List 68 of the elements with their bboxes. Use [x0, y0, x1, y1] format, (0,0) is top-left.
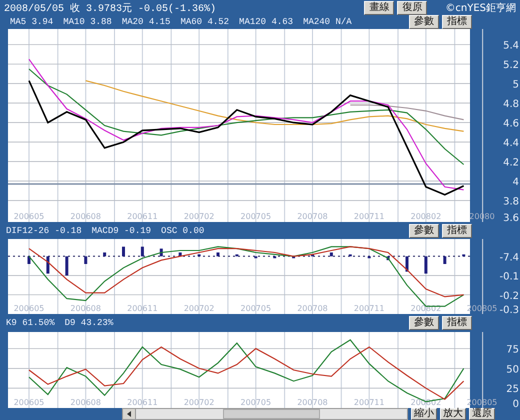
axis-label: 200705 [240, 212, 272, 221]
axis-label: -7.4 [499, 252, 519, 264]
indicator-value: MA20 4.15 [122, 17, 170, 27]
axis-label: 4.6 [503, 118, 519, 130]
axis-label: 0 [512, 399, 519, 408]
axis-label: 200605 [14, 212, 44, 221]
panel-button[interactable]: 指標 [442, 15, 472, 29]
axis-label: 200608 [70, 398, 101, 407]
axis-label: 200611 [127, 398, 158, 407]
axis-label: 200605 [14, 398, 44, 407]
axis-label: 50 [506, 364, 519, 376]
axis-label: 200708 [297, 212, 328, 221]
scrollbar[interactable] [122, 408, 408, 420]
axis-label: 200605 [14, 304, 44, 313]
zoom-button[interactable]: 放大 [440, 408, 466, 420]
indicator-value: K9 61.50% [6, 318, 55, 328]
axis-label: 4.8 [503, 99, 519, 110]
axis-label: 200608 [70, 304, 101, 313]
axis-label: 75 [506, 344, 519, 356]
copyright-text: ©cnYES鉅亨網 [445, 2, 516, 14]
indicator-value: MA240 N/A [303, 17, 352, 27]
indicator-value: MA120 4.63 [239, 17, 294, 27]
quote-title: 2008/05/05 收 3.9783元 -0.05(-1.36%) [4, 2, 216, 14]
scroll-thumb[interactable] [223, 409, 320, 419]
axis-label: 200802 [410, 304, 442, 313]
axis-label: 5 [512, 80, 519, 91]
panel-button[interactable]: 指標 [442, 224, 472, 238]
axis-label: 200708 [297, 304, 328, 313]
indicator-value: MA10 3.88 [63, 17, 112, 27]
panel-button[interactable]: 參數 [409, 15, 439, 29]
axis-label: 5.4 [503, 40, 519, 52]
axis-label: 3.8 [503, 196, 519, 208]
zoom-button[interactable]: 縮小 [411, 408, 437, 420]
axis-label: 3.6 [503, 213, 519, 222]
indicator-value: OSC 0.00 [161, 226, 204, 236]
axis-label: -0.1 [499, 272, 519, 283]
zoom-button[interactable]: 還原 [469, 408, 495, 420]
toolbar-button[interactable]: 畫線 [364, 0, 394, 14]
axis-label: 200611 [127, 304, 158, 313]
panel-button[interactable]: 參數 [409, 224, 439, 238]
axis-label: 200711 [354, 212, 384, 221]
axis-label: 200608 [70, 212, 101, 221]
axis-label: 200711 [354, 398, 384, 407]
indicator-value: MA5 3.94 [10, 17, 54, 27]
toolbar-button[interactable]: 復原 [397, 0, 428, 14]
indicator-value: DIF12-26 -0.18 [6, 226, 82, 236]
panel-button[interactable]: 指標 [442, 316, 472, 330]
axis-label: 200702 [184, 398, 214, 407]
axis-label: 5.2 [503, 60, 519, 72]
axis-label: 4 [512, 177, 519, 188]
axis-label: 200802 [410, 212, 442, 221]
axis-label: 4.4 [503, 138, 519, 150]
axis-label: 200611 [127, 212, 158, 221]
axis-label: 200705 [240, 398, 272, 407]
axis-label: -0.2 [499, 290, 519, 302]
axis-label: 200711 [354, 304, 384, 313]
scroll-left-icon[interactable] [123, 409, 136, 419]
axis-label: 4.2 [503, 158, 519, 169]
axis-label: 200708 [297, 398, 328, 407]
panel-button[interactable]: 參數 [409, 316, 439, 330]
indicator-value: MACD9 -0.19 [92, 226, 152, 236]
axis-label: 200705 [240, 304, 272, 313]
indicator-value: D9 43.23% [64, 318, 114, 328]
indicator-value: MA60 4.52 [180, 17, 230, 27]
axis-label: -0.3 [499, 305, 519, 314]
axis-label: 200702 [184, 304, 214, 313]
axis-label: 25 [506, 384, 519, 396]
axis-label: 200702 [184, 212, 214, 221]
